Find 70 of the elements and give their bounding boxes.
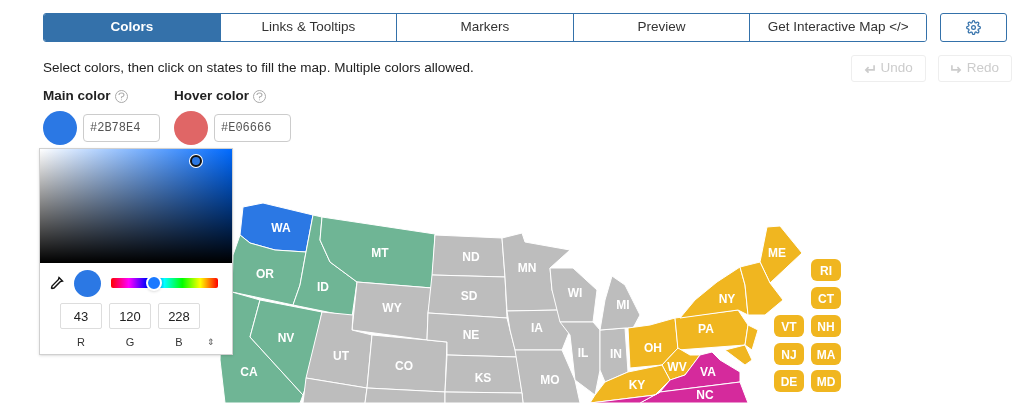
- state-label: IA: [531, 321, 543, 335]
- channel-label: B: [175, 335, 183, 350]
- state-label: KS: [474, 371, 492, 385]
- channel-label: G: [125, 335, 135, 350]
- channel-input-field[interactable]: 228: [158, 303, 200, 329]
- state-label: OH: [644, 341, 662, 355]
- color-swatch[interactable]: [43, 111, 77, 146]
- hex-input-field[interactable]: #E06666: [214, 114, 291, 143]
- state-label: SD: [460, 289, 478, 303]
- state-label: NE: [462, 328, 480, 342]
- state-label: NC: [696, 388, 714, 402]
- state-label: PA: [698, 322, 714, 336]
- state-shape[interactable]: [679, 266, 749, 319]
- state-shape[interactable]: [589, 391, 661, 403]
- state-label: OR: [256, 267, 274, 281]
- color-label: Hover color: [174, 87, 250, 105]
- state-label: CO: [395, 359, 413, 373]
- state-label: NY: [718, 292, 736, 306]
- state-shape[interactable]: [319, 216, 436, 289]
- state-label: MO: [540, 373, 560, 387]
- state-label: NV: [277, 331, 295, 345]
- settings-button[interactable]: [940, 13, 1007, 42]
- state-shape[interactable]: [549, 267, 598, 323]
- instructions-text: Select colors, then click on states to fill the map. Multiple colors allowed.: [43, 59, 474, 78]
- hex-input-field[interactable]: #2B78E4: [83, 114, 160, 143]
- state-label: KY: [628, 378, 646, 392]
- state-label: ID: [317, 280, 329, 294]
- tab[interactable]: Colors: [44, 14, 220, 41]
- state-shape[interactable]: [239, 202, 314, 253]
- channel-label: R: [77, 335, 85, 350]
- state-shape[interactable]: [739, 261, 784, 316]
- state-shape[interactable]: [724, 344, 753, 366]
- state-shape[interactable]: [431, 234, 506, 278]
- state-shape[interactable]: [231, 234, 307, 306]
- state-shape[interactable]: [599, 327, 629, 383]
- state-label: UT: [333, 349, 349, 363]
- color-label: Main color: [43, 87, 111, 105]
- state-label: MI: [616, 298, 630, 312]
- state-shape[interactable]: [302, 377, 368, 403]
- state-label: WA: [271, 221, 291, 235]
- undo-icon: [864, 63, 876, 74]
- state-label: ND: [462, 250, 480, 264]
- state-label: CA: [240, 365, 258, 379]
- state-label: VA: [700, 365, 716, 379]
- state-label: WY: [382, 301, 402, 315]
- color-swatch[interactable]: [174, 111, 208, 146]
- color-thumb[interactable]: [189, 155, 202, 168]
- state-label: WI: [567, 286, 583, 300]
- state-shape[interactable]: [599, 275, 641, 331]
- state-label: MN: [517, 261, 537, 275]
- eyedropper-icon[interactable]: [50, 276, 64, 290]
- state-shape[interactable]: [744, 324, 759, 351]
- saturation-area[interactable]: [40, 149, 232, 263]
- hue-slider[interactable]: [111, 278, 218, 288]
- channel-input-field[interactable]: 43: [60, 303, 102, 329]
- channel-input-field[interactable]: 120: [109, 303, 151, 329]
- state-label: IL: [577, 346, 589, 360]
- state-shape[interactable]: [351, 281, 433, 341]
- color-preview: [74, 269, 101, 297]
- hue-thumb[interactable]: [145, 275, 162, 291]
- state-label: ME: [768, 246, 786, 260]
- settings-icon: [966, 20, 981, 35]
- tab[interactable]: Get Interactive Map </>: [749, 14, 926, 41]
- mode-toggle-button[interactable]: ⇕: [207, 337, 215, 347]
- state-shape[interactable]: [559, 321, 601, 396]
- state-shape[interactable]: [759, 225, 803, 284]
- state-label: WV: [667, 360, 687, 374]
- state-label: IN: [610, 347, 622, 361]
- state-label: MT: [371, 246, 389, 260]
- redo-icon: [950, 63, 962, 74]
